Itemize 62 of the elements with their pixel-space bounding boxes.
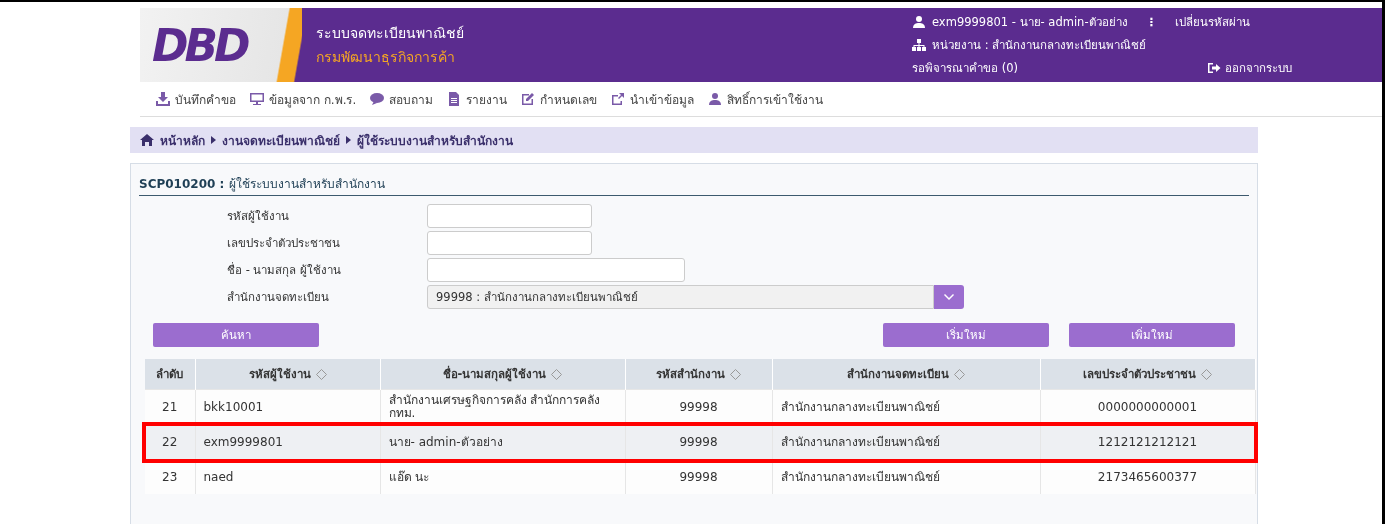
pending-requests-link[interactable]: รอพิจารณาคำขอ (0) bbox=[912, 59, 1018, 77]
unit-label: หน่วยงาน : สำนักงานกลางทะเบียนพาณิชย์ bbox=[932, 37, 1147, 54]
table-cell: 22 bbox=[145, 424, 195, 460]
menu-item[interactable]: นำเข้าข้อมูล bbox=[611, 89, 695, 109]
user-icon bbox=[708, 92, 723, 106]
chevron-down-icon bbox=[944, 294, 954, 300]
menu-item[interactable]: ข้อมูลจาก ก.พ.ร. bbox=[250, 89, 357, 109]
input-field[interactable] bbox=[427, 231, 592, 255]
document-icon bbox=[447, 92, 462, 106]
table-cell: สำนักงานกลางทะเบียนพาณิชย์ bbox=[772, 424, 1040, 460]
menu-item[interactable]: กำหนดเลข bbox=[521, 89, 598, 109]
field-label: ชื่อ - นามสกุล ผู้ใช้งาน bbox=[227, 261, 343, 279]
table-cell: 21 bbox=[145, 389, 195, 425]
caret-icon bbox=[211, 136, 216, 144]
home-icon bbox=[140, 133, 154, 147]
edit-icon bbox=[521, 92, 536, 106]
column-header[interactable]: รหัสผู้ใช้งาน bbox=[195, 359, 380, 390]
system-title: ระบบจดทะเบียนพาณิชย์ bbox=[316, 24, 464, 43]
field-label: รหัสผู้ใช้งาน bbox=[227, 208, 290, 225]
monitor-icon bbox=[250, 92, 264, 106]
breadcrumb-link[interactable]: ผู้ใช้ระบบงานสำหรับสำนักงาน bbox=[357, 130, 513, 150]
menu-item[interactable]: รายงาน bbox=[447, 89, 508, 109]
share-icon bbox=[611, 92, 626, 106]
column-header[interactable]: ชื่อ-นามสกุลผู้ใช้งาน bbox=[380, 359, 625, 390]
menu-item[interactable]: สิทธิ์การเข้าใช้งาน bbox=[708, 89, 824, 109]
reset-button[interactable]: เริ่มใหม่ bbox=[883, 323, 1049, 347]
breadcrumb-link[interactable]: งานจดทะเบียนพาณิชย์ bbox=[222, 130, 340, 150]
input-field[interactable] bbox=[427, 204, 592, 228]
input-field[interactable] bbox=[427, 258, 685, 282]
column-header[interactable]: สำนักงานจดทะเบียน bbox=[772, 359, 1040, 390]
change-password-link[interactable]: เปลี่ยนรหัสผ่าน bbox=[1175, 13, 1251, 31]
column-header[interactable]: เลขประจำตัวประชาชน bbox=[1040, 359, 1255, 390]
menu-item[interactable]: บันทึกคำขอ bbox=[156, 89, 236, 109]
table-cell: 99998 bbox=[625, 389, 772, 425]
logo: DBD bbox=[152, 19, 247, 71]
column-header: ลำดับ bbox=[145, 359, 195, 390]
search-button[interactable]: ค้นหา bbox=[153, 323, 319, 347]
separator-icon: ⋮ bbox=[1145, 15, 1158, 29]
table-cell: exm9999801 bbox=[195, 424, 380, 460]
field-label: เลขประจำตัวประชาชน bbox=[227, 235, 341, 252]
table-cell: สำนักงานกลางทะเบียนพาณิชย์ bbox=[772, 389, 1040, 425]
caret-icon bbox=[346, 136, 351, 144]
user-icon bbox=[912, 15, 926, 29]
download-icon bbox=[156, 92, 170, 106]
table-cell: bkk10001 bbox=[195, 389, 380, 425]
panel-title: SCP010200 : ผู้ใช้ระบบงานสำหรับสำนักงาน bbox=[139, 174, 1249, 196]
menu-item[interactable]: สอบถาม bbox=[370, 89, 434, 109]
user-name: exm9999801 - นาย- admin-ตัวอย่าง bbox=[932, 14, 1128, 31]
table-cell: 0000000000001 bbox=[1040, 389, 1255, 425]
table-cell: นาย- admin-ตัวอย่าง bbox=[380, 424, 625, 460]
speech-bubble-icon bbox=[370, 92, 385, 106]
department-name: กรมพัฒนาธุรกิจการค้า bbox=[316, 48, 456, 68]
add-button[interactable]: เพิ่มใหม่ bbox=[1069, 323, 1235, 347]
sign-out-icon bbox=[1207, 61, 1221, 75]
logout-link[interactable]: ออกจากระบบ bbox=[1207, 59, 1292, 77]
column-header[interactable]: รหัสสำนักงาน bbox=[625, 359, 772, 390]
breadcrumb-link[interactable]: หน้าหลัก bbox=[160, 130, 205, 150]
field-label: สำนักงานจดทะเบียน bbox=[227, 289, 330, 306]
table-cell: สำนักงานเศรษฐกิจการคลัง สำนักการคลัง กทม. bbox=[380, 389, 625, 425]
sitemap-icon bbox=[912, 38, 926, 52]
table-cell: 99998 bbox=[625, 424, 772, 460]
table-cell: 1212121212121 bbox=[1040, 424, 1255, 460]
